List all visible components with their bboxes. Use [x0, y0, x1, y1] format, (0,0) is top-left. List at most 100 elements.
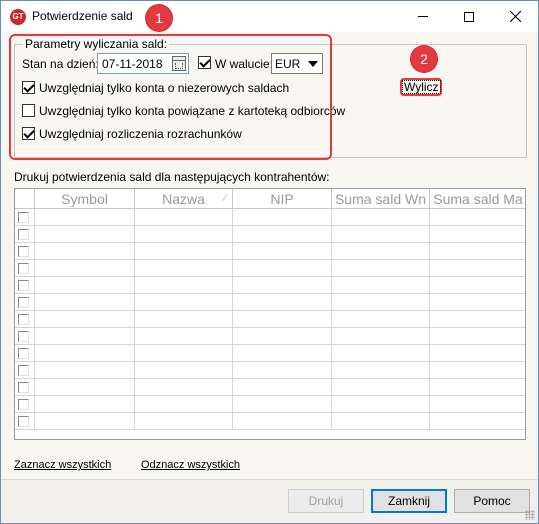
deselect-all-link[interactable]: Odznacz wszystkich — [141, 459, 240, 471]
table-cell[interactable] — [135, 362, 233, 379]
table-cell[interactable] — [233, 396, 332, 413]
table-cell[interactable] — [35, 294, 135, 311]
calculate-button[interactable]: Wylicz — [400, 78, 442, 96]
row-checkbox[interactable] — [18, 314, 29, 325]
contractors-grid[interactable]: Symbol Nazwa ⁄ NIP Suma sald Wn Suma sal… — [14, 188, 526, 440]
table-row[interactable] — [15, 260, 525, 277]
table-cell[interactable] — [35, 209, 135, 226]
table-cell[interactable] — [332, 328, 430, 345]
table-row[interactable] — [15, 311, 525, 328]
table-cell[interactable] — [430, 362, 525, 379]
table-cell[interactable] — [430, 294, 525, 311]
table-cell[interactable] — [35, 396, 135, 413]
close-window-button[interactable] — [492, 1, 538, 32]
table-row[interactable] — [15, 277, 525, 294]
table-cell[interactable] — [35, 226, 135, 243]
table-cell[interactable] — [135, 277, 233, 294]
table-cell[interactable] — [332, 396, 430, 413]
table-cell[interactable] — [233, 209, 332, 226]
table-cell[interactable] — [233, 362, 332, 379]
table-cell[interactable] — [233, 379, 332, 396]
table-cell[interactable] — [233, 294, 332, 311]
row-checkbox[interactable] — [18, 365, 29, 376]
table-cell[interactable] — [332, 260, 430, 277]
row-checkbox[interactable] — [18, 416, 29, 427]
table-cell[interactable] — [233, 277, 332, 294]
table-cell[interactable] — [135, 413, 233, 430]
table-cell[interactable] — [233, 345, 332, 362]
table-cell[interactable] — [332, 243, 430, 260]
table-cell[interactable] — [233, 243, 332, 260]
table-cell[interactable] — [430, 226, 525, 243]
table-cell[interactable] — [332, 379, 430, 396]
resize-grip-icon[interactable] — [525, 510, 535, 520]
table-cell[interactable] — [332, 226, 430, 243]
maximize-button[interactable] — [446, 1, 492, 32]
table-cell[interactable] — [135, 260, 233, 277]
table-cell[interactable] — [332, 294, 430, 311]
table-cell[interactable] — [35, 379, 135, 396]
table-cell[interactable] — [233, 260, 332, 277]
table-row[interactable] — [15, 294, 525, 311]
row-checkbox[interactable] — [18, 331, 29, 342]
table-cell[interactable] — [332, 362, 430, 379]
table-cell[interactable] — [430, 243, 525, 260]
table-row[interactable] — [15, 226, 525, 243]
row-checkbox[interactable] — [18, 212, 29, 223]
table-cell[interactable] — [332, 413, 430, 430]
table-cell[interactable] — [35, 260, 135, 277]
table-cell[interactable] — [233, 328, 332, 345]
row-checkbox[interactable] — [18, 246, 29, 257]
row-checkbox[interactable] — [18, 297, 29, 308]
header-symbol[interactable]: Symbol — [35, 189, 135, 209]
table-row[interactable] — [15, 209, 525, 226]
table-cell[interactable] — [135, 345, 233, 362]
table-cell[interactable] — [430, 396, 525, 413]
row-checkbox[interactable] — [18, 399, 29, 410]
table-cell[interactable] — [332, 209, 430, 226]
table-cell[interactable] — [35, 328, 135, 345]
table-row[interactable] — [15, 328, 525, 345]
table-cell[interactable] — [233, 413, 332, 430]
row-checkbox[interactable] — [18, 382, 29, 393]
table-cell[interactable] — [430, 379, 525, 396]
table-row[interactable] — [15, 243, 525, 260]
table-cell[interactable] — [430, 311, 525, 328]
help-button[interactable]: Pomoc — [454, 489, 530, 513]
table-cell[interactable] — [430, 209, 525, 226]
table-cell[interactable] — [430, 277, 525, 294]
table-cell[interactable] — [135, 243, 233, 260]
header-suma-wn[interactable]: Suma sald Wn — [332, 189, 430, 209]
table-cell[interactable] — [135, 379, 233, 396]
title-bar[interactable]: GT Potwierdzenie sald — [1, 1, 538, 32]
table-cell[interactable] — [35, 413, 135, 430]
table-cell[interactable] — [35, 277, 135, 294]
table-cell[interactable] — [430, 345, 525, 362]
table-row[interactable] — [15, 396, 525, 413]
print-button[interactable]: Drukuj — [288, 489, 364, 513]
row-checkbox[interactable] — [18, 280, 29, 291]
table-cell[interactable] — [135, 396, 233, 413]
table-cell[interactable] — [332, 345, 430, 362]
header-nazwa[interactable]: Nazwa ⁄ — [135, 189, 233, 209]
close-button[interactable]: Zamknij — [371, 489, 447, 513]
header-suma-ma[interactable]: Suma sald Ma — [430, 189, 525, 209]
table-cell[interactable] — [35, 345, 135, 362]
table-cell[interactable] — [35, 311, 135, 328]
table-row[interactable] — [15, 413, 525, 430]
row-checkbox[interactable] — [18, 348, 29, 359]
table-row[interactable] — [15, 345, 525, 362]
table-cell[interactable] — [430, 260, 525, 277]
table-cell[interactable] — [332, 277, 430, 294]
table-cell[interactable] — [135, 311, 233, 328]
select-all-link[interactable]: Zaznacz wszystkich — [14, 459, 111, 471]
table-cell[interactable] — [332, 311, 430, 328]
table-row[interactable] — [15, 379, 525, 396]
table-cell[interactable] — [430, 413, 525, 430]
table-cell[interactable] — [135, 209, 233, 226]
header-nip[interactable]: NIP — [233, 189, 332, 209]
table-cell[interactable] — [35, 243, 135, 260]
table-cell[interactable] — [135, 328, 233, 345]
row-checkbox[interactable] — [18, 263, 29, 274]
table-cell[interactable] — [35, 362, 135, 379]
